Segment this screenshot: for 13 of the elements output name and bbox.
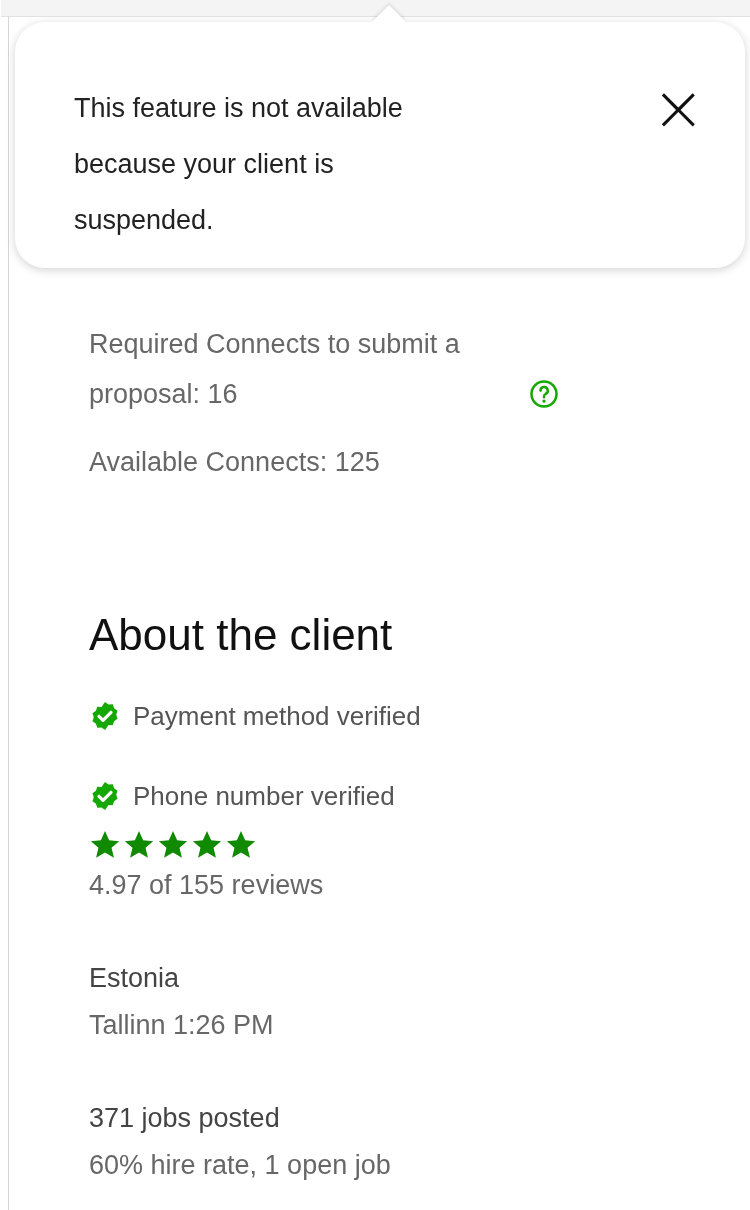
hire-rate-text: 60% hire rate, 1 open job xyxy=(89,1149,392,1182)
country-text: Estonia xyxy=(89,962,181,995)
connects-required-text: Required Connects to submit a proposal: 16 xyxy=(89,328,461,411)
reviews-text: 4.97 of 155 reviews xyxy=(89,869,325,902)
connects-available-text: Available Connects: 125 xyxy=(89,446,381,479)
popover-message: This feature is not available because your client is suspended. xyxy=(74,92,404,237)
local-time-text: Tallinn 1:26 PM xyxy=(89,1009,275,1042)
verification-label: Payment method verified xyxy=(133,700,421,732)
jobs-posted-text: 371 jobs posted xyxy=(89,1102,281,1135)
section-heading: About the client xyxy=(89,609,394,661)
help-icon[interactable] xyxy=(529,379,559,409)
verification-label: Phone number verified xyxy=(133,780,395,812)
close-button[interactable]: × xyxy=(651,84,705,132)
